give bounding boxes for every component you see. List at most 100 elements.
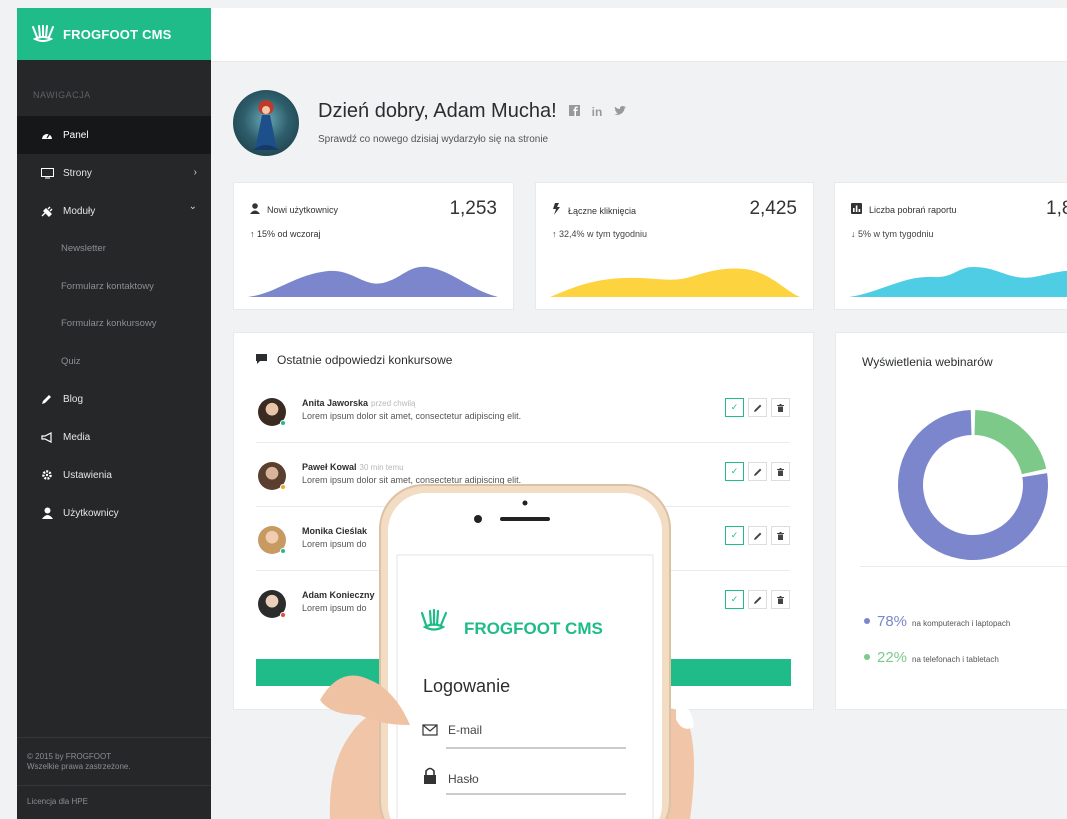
webinar-donut-chart: [898, 410, 1048, 560]
phone-password-input[interactable]: Hasło: [448, 772, 479, 786]
answer-row[interactable]: Anita Jaworska przed chwilą Lorem ipsum d…: [256, 393, 790, 453]
legend-mobile: 22% na telefonach i tabletach: [864, 649, 999, 666]
edit-button[interactable]: [748, 526, 767, 545]
sidebar-subitem-quiz[interactable]: Quiz: [17, 343, 211, 381]
phone-email-input[interactable]: E-mail: [448, 723, 482, 737]
stat-card-clicks[interactable]: Łączne kliknięcia 2,425 ↑ 32,4% w tym ty…: [535, 182, 814, 310]
user-icon: [39, 507, 55, 519]
legend-divider: [860, 566, 1067, 567]
sidebar-item-label: Media: [63, 431, 91, 443]
answers-title-text: Ostatnie odpowiedzi konkursowe: [277, 353, 453, 367]
pencil-icon: [753, 532, 761, 540]
cursor-icon: [552, 203, 561, 218]
dashboard-icon: [39, 130, 55, 140]
brand-logo[interactable]: FROGFOOT CMS: [17, 8, 211, 60]
stat-label: Liczba pobrań raportu: [869, 205, 957, 215]
monitor-icon: [39, 167, 55, 179]
status-dot: [280, 612, 286, 618]
stat-delta: ↓ 5% w tym tygodniu: [851, 229, 934, 239]
gear-icon: [39, 469, 55, 481]
approve-button[interactable]: ✓: [725, 462, 744, 481]
legend-desktop: 78% na komputerach i laptopach: [864, 613, 1010, 630]
sidebar-subitem-newsletter[interactable]: Newsletter: [17, 230, 211, 268]
sidebar-item-uzytkownicy[interactable]: Użytkownicy: [17, 494, 211, 532]
sidebar-item-blog[interactable]: Blog: [17, 380, 211, 418]
sidebar-item-media[interactable]: Media: [17, 418, 211, 456]
bar-chart-icon: [851, 203, 862, 217]
stat-header: Łączne kliknięcia: [552, 203, 636, 218]
twitter-icon[interactable]: [614, 105, 627, 119]
legend-dot: [864, 618, 870, 624]
sidebar-item-ustawienia[interactable]: Ustawienia: [17, 456, 211, 494]
greeting-subtitle: Sprawdź co nowego dzisiaj wydarzyło się …: [318, 134, 549, 145]
frog-crown-icon: [32, 25, 54, 42]
nav-heading: NAWIGACJA: [33, 90, 91, 100]
greeting-text: Dzień dobry, Adam Mucha!: [318, 100, 557, 122]
stat-header: Liczba pobrań raportu: [851, 203, 957, 217]
sidebar-item-label: Strony: [63, 167, 92, 179]
megaphone-icon: [39, 431, 55, 443]
stat-card-report-downloads[interactable]: Liczba pobrań raportu 1,8 ↓ 5% w tym tyg…: [834, 182, 1067, 310]
linkedin-icon[interactable]: in: [592, 105, 603, 119]
answer-text: Lorem ipsum dolor sit amet, consectetur …: [302, 411, 522, 421]
sidebar-subitem-contact-form[interactable]: Formularz kontaktowy: [17, 268, 211, 306]
edit-button[interactable]: [748, 398, 767, 417]
status-dot: [280, 420, 286, 426]
answers-title: Ostatnie odpowiedzi konkursowe: [256, 353, 452, 367]
users-sparkline: [248, 266, 498, 297]
legend-pct: 78%: [877, 613, 908, 630]
user-avatar[interactable]: [233, 90, 299, 156]
stat-card-new-users[interactable]: Nowi użytkownicy 1,253 ↑ 15% od wczoraj: [233, 182, 514, 310]
greeting: Dzień dobry, Adam Mucha! in: [318, 100, 627, 123]
delete-button[interactable]: [771, 462, 790, 481]
stat-label: Łączne kliknięcia: [568, 205, 637, 216]
chevron-right-icon: ›: [193, 167, 197, 178]
trash-icon: [777, 467, 784, 476]
sidebar-item-moduly[interactable]: Moduły ⌄: [17, 192, 211, 230]
pencil-icon: [39, 393, 55, 405]
sidebar-item-label: Panel: [63, 129, 89, 141]
edit-button[interactable]: [748, 462, 767, 481]
phone-login-title: Logowanie: [423, 676, 511, 696]
status-dot: [280, 484, 286, 490]
legend-label: na komputerach i laptopach: [912, 619, 1011, 628]
stat-delta: ↑ 15% od wczoraj: [250, 229, 321, 239]
webinar-title: Wyświetlenia webinarów: [862, 355, 993, 369]
stat-value: 2,425: [749, 198, 797, 219]
comment-icon: [256, 353, 267, 367]
answer-time: przed chwilą: [371, 399, 416, 408]
delete-button[interactable]: [771, 526, 790, 545]
plug-icon: [39, 206, 55, 217]
status-dot: [280, 548, 286, 554]
answer-author: Anita Jaworska przed chwilą: [302, 398, 416, 408]
sidebar-item-label: Ustawienia: [63, 469, 112, 481]
user-icon: [250, 203, 260, 217]
copyright-text: © 2015 by FROGFOOT: [27, 752, 112, 761]
facebook-icon[interactable]: [568, 104, 580, 119]
phone-mockup: FROGFOOT CMS Logowanie E-mail Hasło: [300, 465, 720, 819]
top-bar: [211, 8, 1067, 62]
pencil-icon: [753, 404, 761, 412]
row-actions: ✓: [725, 590, 790, 609]
rights-text: Wszelkie prawa zastrzeżone.: [27, 762, 131, 771]
sidebar-item-strony[interactable]: Strony ›: [17, 154, 211, 192]
row-divider: [256, 442, 790, 443]
webinar-views-card: Wyświetlenia webinarów 78% na komputerac…: [835, 332, 1067, 710]
chevron-down-icon: ⌄: [188, 201, 197, 212]
trash-icon: [777, 531, 784, 540]
delete-button[interactable]: [771, 590, 790, 609]
approve-button[interactable]: ✓: [725, 526, 744, 545]
approve-button[interactable]: ✓: [725, 590, 744, 609]
edit-button[interactable]: [748, 590, 767, 609]
delete-button[interactable]: [771, 398, 790, 417]
legend-pct: 22%: [877, 649, 908, 666]
trash-icon: [777, 403, 784, 412]
row-actions: ✓: [725, 462, 790, 481]
sidebar-item-panel[interactable]: Panel: [17, 116, 211, 154]
phone-brand: FROGFOOT CMS: [464, 619, 603, 638]
brand-name: FROGFOOT CMS: [63, 26, 172, 42]
trash-icon: [777, 595, 784, 604]
approve-button[interactable]: ✓: [725, 398, 744, 417]
sidebar-subitem-contest-form[interactable]: Formularz konkursowy: [17, 305, 211, 343]
legend-dot: [864, 654, 870, 660]
